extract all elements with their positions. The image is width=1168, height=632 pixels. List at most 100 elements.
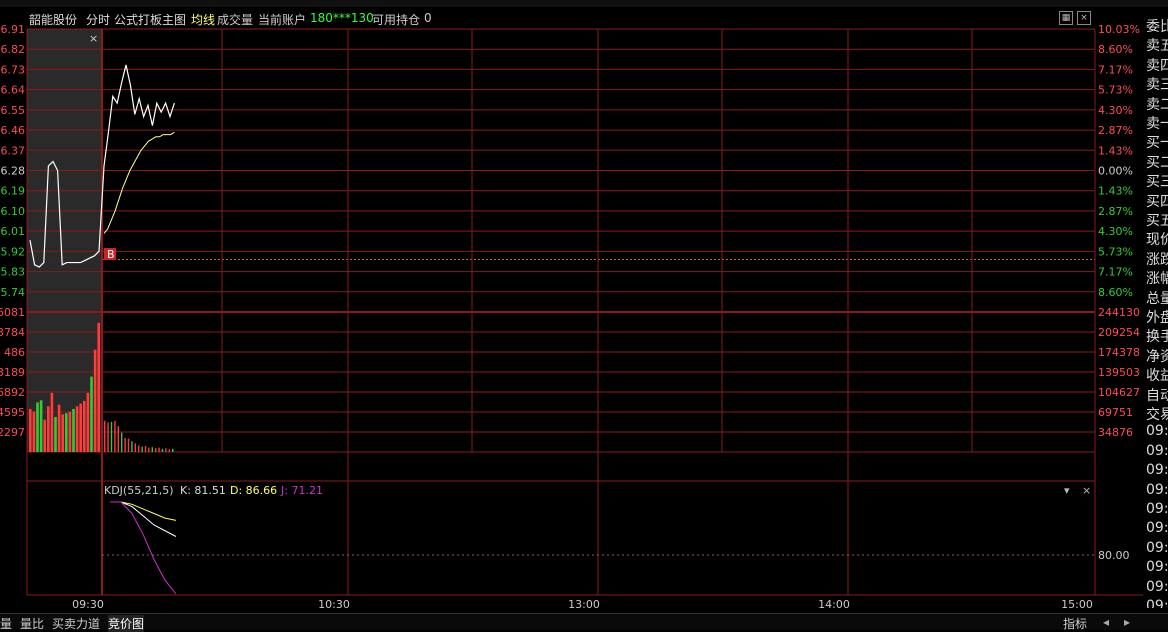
volume-bar (93, 349, 97, 452)
volume-right-label: 69751 (1098, 406, 1133, 419)
quote-panel-label: 卖三 (1146, 77, 1168, 94)
volume-tick-label: 3189 (0, 366, 25, 379)
volume-bar (79, 403, 82, 452)
kdj-k: K: 81.51 (180, 484, 226, 497)
quote-panel-label: 卖二 (1146, 96, 1168, 113)
price-tick-label: 6.82 (1, 43, 26, 56)
axis-labels: 6.91 10.03% 6.82 8.60% 6.73 7.17% 6.64 5.73% 6.5… (0, 23, 1140, 611)
kdj-j: J: 71.21 (281, 484, 323, 497)
time-tick-label: 14:00 (818, 598, 850, 611)
tab-auction-chart[interactable]: 竞价图 (108, 615, 145, 632)
volume-bar (138, 445, 140, 452)
quote-panel-label: 09: (1146, 520, 1168, 537)
price-tick-label: 5.83 (1, 266, 26, 279)
volume-bar (155, 448, 157, 452)
quote-panel-label: 09: (1146, 462, 1168, 479)
kdj-menu-icon[interactable]: ▾ (1064, 484, 1070, 497)
volume-bar (151, 447, 153, 452)
volume-bar (36, 402, 39, 452)
time-tick-label: 15:00 (1061, 598, 1093, 611)
kdj-k-line (110, 501, 177, 537)
volume-bar (39, 400, 43, 452)
time-tick-label: 09:30 (72, 598, 104, 611)
indicator-button[interactable]: 指标 (1063, 615, 1087, 632)
quote-panel-label: 委比 (1146, 19, 1168, 35)
quote-panel-label: 09: (1146, 481, 1168, 498)
volume-bar (172, 448, 174, 452)
kdj-name[interactable]: KDJ(55,21,5) (104, 484, 174, 497)
quote-panel-label: 收益 (1146, 368, 1168, 385)
volume-bar (127, 438, 130, 452)
time-tick-label: 13:00 (568, 598, 600, 611)
pct-tick-label: 5.73% (1098, 245, 1133, 258)
quote-panel-label: 买二 (1146, 154, 1168, 171)
quote-panel-label: 卖五 (1146, 38, 1168, 55)
volume-bar (72, 408, 75, 452)
pct-tick-label: 4.30% (1098, 104, 1133, 117)
volume-bar (57, 404, 61, 452)
volume-tick-label: 3784 (0, 326, 25, 339)
volume-bar (68, 411, 72, 452)
pct-tick-label: 8.60% (1098, 43, 1133, 56)
volume-bar (50, 392, 54, 452)
volume-tick-label: 6892 (0, 386, 25, 399)
quote-panel-label: 09: (1146, 559, 1168, 576)
quote-panel-label: 交易 (1146, 407, 1168, 423)
quote-panel-label: 自动 (1146, 387, 1168, 404)
volume-bar (47, 406, 50, 452)
quote-panel-label: 09: (1146, 598, 1168, 608)
volume-bar (43, 419, 46, 452)
quote-panel-label: 买五 (1146, 213, 1168, 229)
volume-bar (29, 408, 32, 452)
quote-panel-label: 买四 (1146, 193, 1168, 210)
price-tick-label: 6.46 (1, 124, 26, 137)
volume-bar (114, 420, 116, 452)
quote-panel-label: 09: (1146, 442, 1168, 459)
volume-bar (61, 414, 64, 452)
volume-tick-label: 486 (4, 346, 25, 359)
quote-panel-label: 现价 (1146, 232, 1168, 249)
pct-tick-label: 5.73% (1098, 84, 1133, 97)
time-tick-label: 10:30 (318, 598, 350, 611)
price-tick-label: 6.01 (1, 225, 26, 238)
scroll-right-icon[interactable]: ▸ (1124, 615, 1130, 629)
kdj-d-line (110, 501, 177, 521)
volume-bar (54, 417, 57, 452)
tab-volume[interactable]: 量 (0, 615, 12, 632)
price-tick-label: 6.91 (1, 23, 26, 36)
price-tick-label: 6.73 (1, 63, 26, 76)
quote-panel-label: 换手 (1146, 329, 1168, 346)
tab-buy-sell-force[interactable]: 买卖力道 (52, 615, 100, 632)
volume-bar (144, 446, 147, 452)
pct-tick-label: 10.03% (1098, 23, 1140, 36)
price-tick-label: 6.37 (1, 144, 26, 157)
volume-bar (161, 448, 164, 452)
right-quote-panel: 委比 卖五 卖四 卖三 卖二 卖一 买一 买二 买三 买四 买五 现价 涨跌 涨幅 总量 外盘 换手 净资 收益 自动… (1145, 8, 1168, 608)
quote-panel-label: 净资 (1146, 348, 1168, 365)
buy-marker-label: B (107, 248, 115, 261)
volume-bar (165, 448, 167, 452)
quote-panel-label: 买一 (1146, 135, 1168, 152)
volume-bar (83, 400, 86, 452)
volume-bar (107, 422, 109, 452)
quote-panel-label: 09: (1146, 539, 1168, 556)
quote-panel-label: 涨跌 (1146, 251, 1168, 268)
quote-panel-label: 外盘 (1146, 310, 1168, 326)
volume-right-label: 174378 (1098, 346, 1140, 359)
volume-bar (65, 413, 68, 452)
pct-tick-label: 1.43% (1098, 144, 1133, 157)
volume-bar (117, 426, 119, 452)
pct-tick-label: 7.17% (1098, 63, 1133, 76)
tab-volume-ratio[interactable]: 量比 (20, 615, 44, 632)
volume-bar (131, 441, 133, 452)
volume-tick-label: 6081 (0, 306, 25, 319)
quote-panel-label: 09: (1146, 578, 1168, 595)
volume-bar (121, 432, 123, 452)
pct-tick-label: 2.87% (1098, 205, 1133, 218)
volume-bar (134, 443, 136, 452)
quote-panel-label: 总量 (1146, 290, 1168, 307)
pct-tick-label: 7.17% (1098, 266, 1133, 279)
scroll-left-icon[interactable]: ◂ (1103, 615, 1109, 629)
price-tick-label: 6.10 (1, 205, 26, 218)
kdj-close-icon[interactable]: × (1082, 484, 1091, 497)
